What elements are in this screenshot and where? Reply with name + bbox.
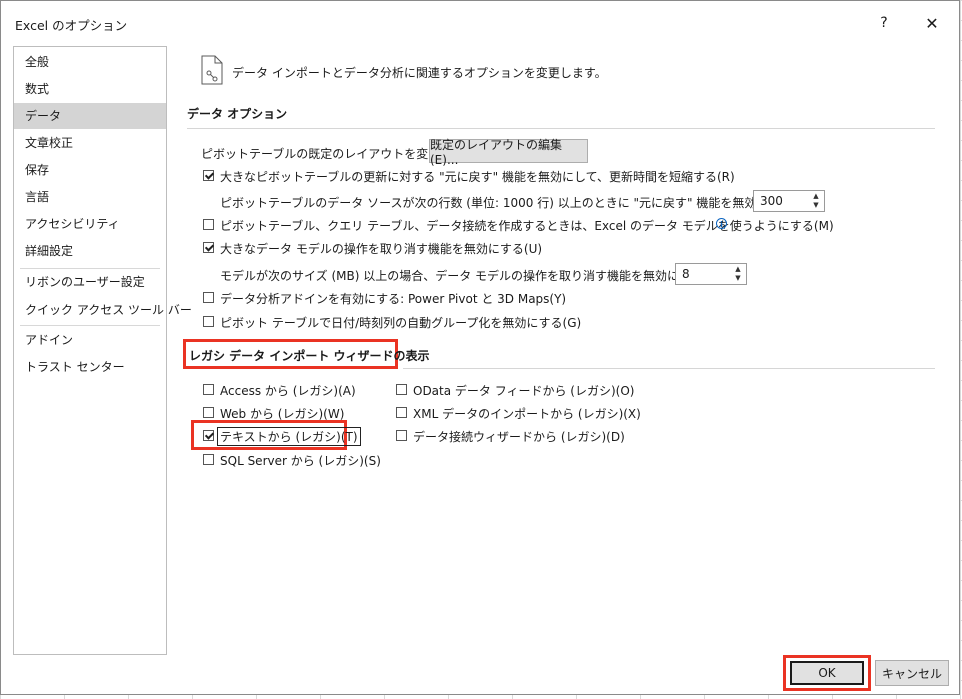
title-bar: Excel のオプション ? ✕ [1,1,959,45]
section-divider [403,368,935,369]
data-document-icon [201,55,223,85]
options-sidebar: 全般 数式 データ 文章校正 保存 言語 アクセシビリティ 詳細設定 リボンのユ… [13,46,192,655]
legacy-web-checkbox[interactable] [203,407,214,418]
sidebar-divider [20,325,160,326]
legacy-xml-checkbox[interactable] [396,407,407,418]
undo-large-pivot-checkbox[interactable] [203,170,214,181]
close-button[interactable]: ✕ [917,9,947,37]
model-size-value[interactable]: 8 [682,267,690,281]
model-size-spinner[interactable]: 8 ▲ ▼ [675,263,747,285]
dialog-title: Excel のオプション [15,18,128,33]
undo-rows-label: ピボットテーブルのデータ ソースが次の行数 (単位: 1000 行) 以上のとき… [220,196,815,210]
sidebar-item-trust-center[interactable]: トラスト センター [14,354,166,380]
sidebar-item-general[interactable]: 全般 [14,49,166,75]
disable-autogroup-label: ピボット テーブルで日付/時刻列の自動グループ化を無効にする(G) [220,316,582,330]
options-main-panel: データ インポートとデータ分析に関連するオプションを変更します。 データ オプシ… [183,47,943,647]
ok-button[interactable]: OK [790,661,864,685]
undo-rows-spinner[interactable]: 300 ▲ ▼ [753,190,825,212]
help-button[interactable]: ? [869,9,899,37]
use-data-model-checkbox[interactable] [203,219,214,230]
legacy-sql-server-checkbox[interactable] [203,454,214,465]
section-title-legacy-wizards: レガシ データ インポート ウィザードの表示 [189,349,430,363]
legacy-data-connection-checkbox[interactable] [396,430,407,441]
sidebar-item-quick-access-toolbar[interactable]: クイック アクセス ツール バー [14,297,192,323]
info-icon[interactable]: i [716,218,727,229]
undo-rows-value[interactable]: 300 [760,194,783,208]
page-description: データ インポートとデータ分析に関連するオプションを変更します。 [232,66,607,80]
sidebar-item-proofing[interactable]: 文章校正 [14,130,166,156]
model-size-label: モデルが次のサイズ (MB) 以上の場合、データ モデルの操作を取り消す機能を無… [220,269,724,283]
legacy-data-connection-label: データ接続ウィザードから (レガシ)(D) [413,430,625,444]
legacy-text-checkbox[interactable] [203,430,214,441]
sidebar-item-accessibility[interactable]: アクセシビリティ [14,211,166,237]
enable-analysis-addins-checkbox[interactable] [203,292,214,303]
legacy-text-label: テキストから (レガシ)(T) [217,427,361,446]
enable-analysis-addins-label: データ分析アドインを有効にする: Power Pivot と 3D Maps(Y… [220,292,567,306]
legacy-access-checkbox[interactable] [203,384,214,395]
spinner-arrows-icon[interactable]: ▲ ▼ [733,265,743,283]
sidebar-item-data[interactable]: データ [14,103,166,129]
legacy-access-label: Access から (レガシ)(A) [220,384,356,398]
undo-large-pivot-label: 大きなピボットテーブルの更新に対する "元に戻す" 機能を無効にして、更新時間を… [220,170,735,184]
legacy-odata-checkbox[interactable] [396,384,407,395]
cancel-button[interactable]: キャンセル [875,660,949,686]
legacy-odata-label: OData データ フィードから (レガシ)(O) [413,384,635,398]
section-divider [187,128,935,129]
spinner-arrows-icon[interactable]: ▲ ▼ [811,192,821,210]
sidebar-item-save[interactable]: 保存 [14,157,166,183]
sidebar-item-customize-ribbon[interactable]: リボンのユーザー設定 [14,269,166,295]
legacy-xml-label: XML データのインポートから (レガシ)(X) [413,407,641,421]
undo-large-model-label: 大きなデータ モデルの操作を取り消す機能を無効にする(U) [220,242,543,256]
sidebar-item-language[interactable]: 言語 [14,184,166,210]
legacy-sql-server-label: SQL Server から (レガシ)(S) [220,454,381,468]
undo-large-model-checkbox[interactable] [203,242,214,253]
edit-default-layout-button[interactable]: 既定のレイアウトの編集(E)... [429,138,588,167]
sidebar-item-formulas[interactable]: 数式 [14,76,166,102]
excel-options-dialog: Excel のオプション ? ✕ 全般 数式 データ 文章校正 保存 言語 アク… [0,0,960,695]
sidebar-item-addins[interactable]: アドイン [14,327,166,353]
sidebar-item-advanced[interactable]: 詳細設定 [14,238,166,264]
section-title-data-options: データ オプション [187,107,288,121]
disable-autogroup-checkbox[interactable] [203,316,214,327]
use-data-model-label: ピボットテーブル、クエリ テーブル、データ接続を作成するときは、Excel のデ… [220,219,834,233]
